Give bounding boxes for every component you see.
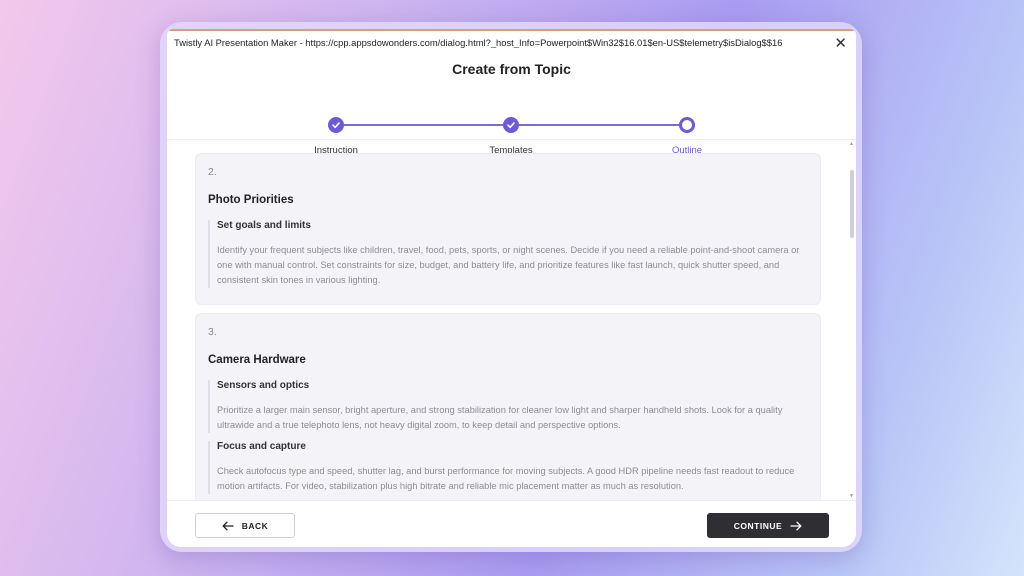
step-connector-1 [343, 124, 503, 126]
step-1-check-icon[interactable] [328, 117, 344, 133]
step-3-current-icon[interactable] [679, 117, 695, 133]
section-title: Focus and capture [217, 441, 306, 452]
dialog-header: Create from Topic Instruction Templates … [167, 54, 856, 156]
section-body: Check autofocus type and speed, shutter … [217, 466, 795, 491]
section-body: Identify your frequent subjects like chi… [217, 245, 800, 285]
scroll-thumb[interactable] [850, 170, 854, 238]
back-button[interactable]: BACK [195, 513, 295, 538]
card-section: Set goals and limits Identify your frequ… [208, 220, 808, 288]
content-scrollbar[interactable]: ▲ ▼ [849, 140, 856, 500]
outline-card-2: 2. Photo Priorities Set goals and limits… [195, 153, 821, 305]
outline-content[interactable]: 2. Photo Priorities Set goals and limits… [167, 140, 856, 500]
card-section: Sensors and optics Prioritize a larger m… [208, 380, 808, 433]
arrow-right-icon [790, 521, 802, 530]
progress-stepper: Instruction Templates Outline [167, 93, 856, 156]
card-number: 3. [208, 326, 217, 338]
scroll-down-arrow-icon[interactable]: ▼ [849, 493, 854, 499]
outline-card-3: 3. Camera Hardware Sensors and optics Pr… [195, 313, 821, 500]
card-title: Camera Hardware [208, 354, 306, 366]
card-section: Focus and capture Check autofocus type a… [208, 441, 808, 494]
page-title: Create from Topic [452, 61, 571, 77]
scroll-up-arrow-icon[interactable]: ▲ [849, 141, 854, 147]
step-connector-2 [519, 124, 679, 126]
continue-button-label: CONTINUE [733, 520, 783, 531]
dialog-window: Twistly AI Presentation Maker - https://… [167, 29, 856, 547]
section-title: Set goals and limits [217, 220, 311, 231]
card-number: 2. [208, 166, 217, 178]
section-title: Sensors and optics [217, 380, 310, 391]
back-button-label: BACK [241, 520, 269, 531]
dialog-footer: BACK CONTINUE [167, 500, 856, 547]
close-icon[interactable]: ✕ [832, 34, 849, 52]
card-title: Photo Priorities [208, 194, 294, 206]
section-body: Prioritize a larger main sensor, bright … [217, 405, 783, 430]
continue-button[interactable]: CONTINUE [707, 513, 829, 538]
step-2-check-icon[interactable] [503, 117, 519, 133]
title-bar: Twistly AI Presentation Maker - https://… [167, 29, 856, 54]
window-title: Twistly AI Presentation Maker - https://… [174, 37, 783, 48]
arrow-left-icon [222, 521, 234, 530]
